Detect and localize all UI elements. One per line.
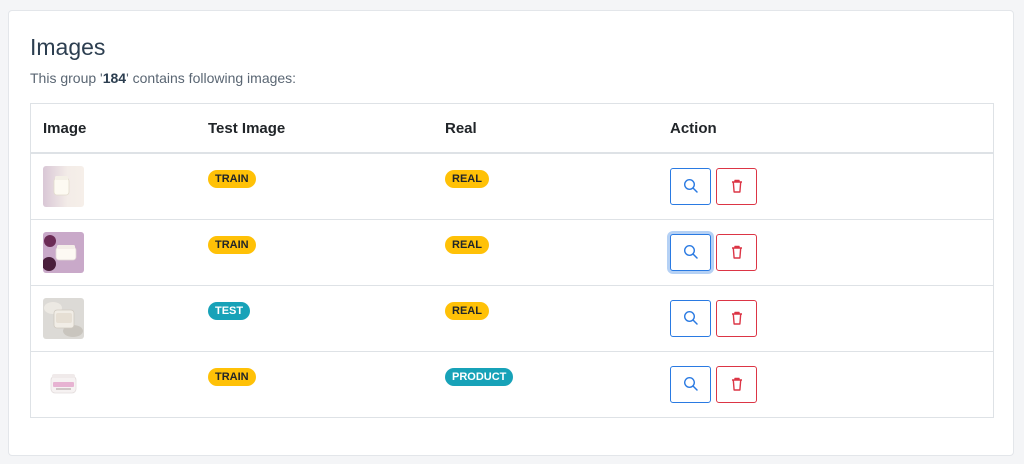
type-badge: REAL (445, 235, 489, 254)
view-image-button[interactable] (670, 299, 711, 337)
split-badge: TRAIN (208, 169, 256, 188)
type-badge: REAL (445, 301, 489, 320)
delete-image-button[interactable] (716, 299, 758, 337)
trash-icon (731, 311, 742, 325)
column-header-image: Image (31, 104, 184, 154)
column-header-real: Real (421, 104, 658, 154)
type-badge: PRODUCT (445, 367, 514, 386)
group-description: This group '184' contains following imag… (30, 70, 297, 86)
split-badge: TEST (208, 301, 251, 320)
search-icon (683, 377, 698, 391)
table-header-row: Image Test Image Real Action (31, 104, 993, 154)
trash-icon (731, 245, 742, 259)
image-thumbnail[interactable] (43, 231, 84, 273)
column-header-test-image: Test Image (184, 104, 421, 154)
table-row: TRAIN REAL (31, 218, 993, 285)
delete-image-button[interactable] (716, 365, 758, 403)
trash-icon (731, 378, 742, 391)
view-image-button[interactable] (670, 167, 711, 205)
images-panel: Images This group '184' contains followi… (8, 10, 1014, 456)
table-row: TEST REAL (31, 284, 993, 351)
table-row: TRAIN PRODUCT (31, 350, 993, 417)
table-row: TRAIN REAL (31, 153, 993, 219)
view-image-button[interactable] (670, 233, 711, 271)
search-icon (683, 179, 698, 193)
page-title: Images (30, 34, 106, 60)
split-badge: TRAIN (208, 367, 256, 386)
delete-image-button[interactable] (716, 233, 758, 271)
column-header-action: Action (658, 104, 993, 154)
image-thumbnail[interactable] (43, 297, 84, 339)
search-icon (683, 244, 698, 259)
trash-icon (731, 180, 742, 193)
split-badge: TRAIN (208, 235, 256, 254)
delete-image-button[interactable] (716, 167, 758, 205)
group-id: 184 (102, 70, 127, 86)
images-table: Image Test Image Real Action TRAIN REAL … (30, 103, 994, 418)
image-thumbnail[interactable] (43, 165, 84, 207)
type-badge: REAL (445, 169, 489, 188)
search-icon (683, 310, 698, 325)
image-thumbnail[interactable] (43, 363, 84, 405)
view-image-button[interactable] (670, 365, 711, 403)
